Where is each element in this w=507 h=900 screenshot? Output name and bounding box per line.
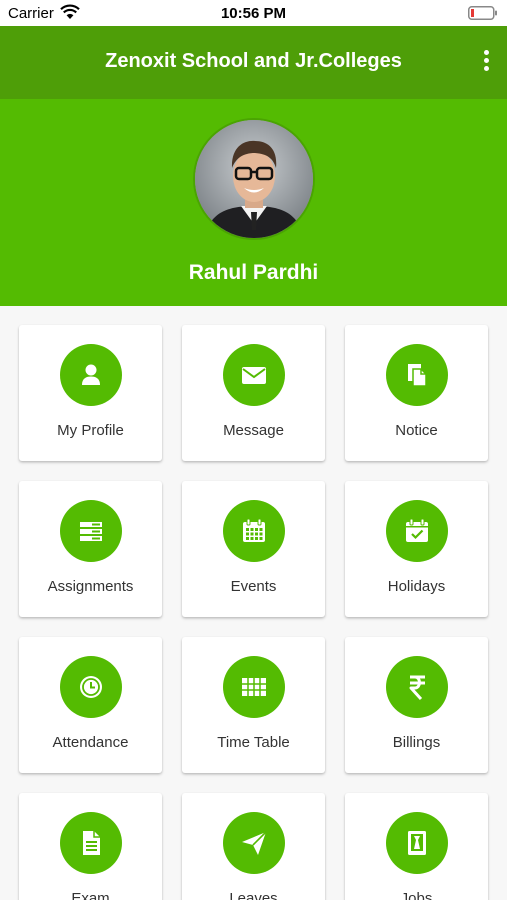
id-badge-icon (408, 831, 426, 855)
tile-label: Billings (392, 734, 441, 751)
profile-name: Rahul Pardhi (188, 261, 319, 284)
tile-notice[interactable]: Notice (345, 325, 488, 461)
tile-icon-circle (386, 812, 448, 874)
avatar-photo (195, 120, 313, 238)
tile-holidays[interactable]: Holidays (345, 481, 488, 617)
tile-leaves[interactable]: Leaves (182, 793, 325, 900)
paper-plane-icon (242, 831, 267, 855)
tile-assignments[interactable]: Assignments (19, 481, 162, 617)
tile-label: Leaves (229, 890, 278, 900)
tile-exam[interactable]: Exam (19, 793, 162, 900)
tile-label: Exam (71, 890, 110, 900)
tile-time-table[interactable]: Time Table (182, 637, 325, 773)
documents-icon (408, 364, 427, 387)
tile-icon-circle (223, 500, 285, 562)
tile-label: Assignments (47, 578, 134, 595)
tile-icon-circle (223, 656, 285, 718)
status-bar: Carrier 10:56 PM (0, 0, 507, 26)
tile-label: Holidays (387, 578, 446, 595)
calendar-check-icon (406, 518, 428, 542)
tile-icon-circle (386, 344, 448, 406)
menu-grid: My Profile Message Notice Assignments Ev… (0, 306, 507, 900)
tile-label: Notice (395, 422, 438, 439)
table-icon (242, 678, 266, 696)
tile-label: Attendance (52, 734, 129, 751)
tile-message[interactable]: Message (182, 325, 325, 461)
tile-label: My Profile (57, 422, 124, 439)
user-icon (82, 364, 100, 385)
tile-billings[interactable]: Billings (345, 637, 488, 773)
tile-icon-circle (223, 812, 285, 874)
tile-icon-circle (223, 344, 285, 406)
more-options-icon[interactable] (481, 50, 491, 74)
rupee-icon (409, 675, 425, 701)
tile-events[interactable]: Events (182, 481, 325, 617)
tile-icon-circle (60, 344, 122, 406)
tile-label: Jobs (400, 890, 433, 900)
stacked-list-icon (80, 522, 102, 541)
calendar-grid-icon (243, 518, 265, 542)
avatar[interactable] (193, 118, 315, 240)
tile-label: Message (223, 422, 284, 439)
document-icon (83, 831, 100, 855)
tile-icon-circle (60, 812, 122, 874)
tile-icon-circle (386, 500, 448, 562)
tile-icon-circle (386, 656, 448, 718)
status-time: 10:56 PM (220, 5, 287, 22)
tile-icon-circle (60, 656, 122, 718)
tile-label: Events (230, 578, 277, 595)
app-bar: Zenoxit School and Jr.Colleges (0, 26, 507, 99)
app-title: Zenoxit School and Jr.Colleges (105, 50, 402, 72)
battery-icon (468, 6, 497, 20)
clock-icon (80, 676, 102, 698)
tile-jobs[interactable]: Jobs (345, 793, 488, 900)
tile-label: Time Table (217, 734, 290, 751)
envelope-icon (242, 367, 266, 384)
tile-my-profile[interactable]: My Profile (19, 325, 162, 461)
profile-header: Rahul Pardhi (0, 99, 507, 306)
tile-attendance[interactable]: Attendance (19, 637, 162, 773)
tile-icon-circle (60, 500, 122, 562)
